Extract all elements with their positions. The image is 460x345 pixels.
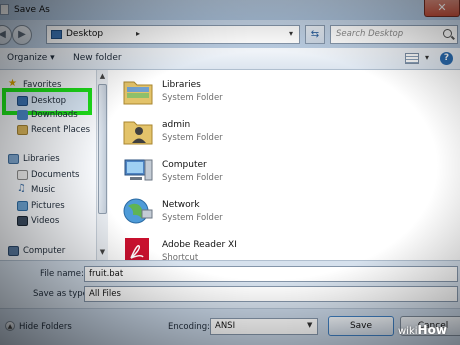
close-button[interactable]: ✕ — [424, 0, 460, 17]
hide-folders-button[interactable]: Hide Folders — [19, 322, 72, 332]
views-dropdown-icon[interactable]: ▾ — [425, 53, 429, 62]
file-name: Adobe Reader XI — [162, 240, 237, 250]
breadcrumb-separator-icon[interactable]: ▸ — [136, 29, 140, 38]
save-button[interactable]: Save — [328, 316, 394, 336]
wikihow-watermark: wikiHow — [398, 323, 447, 337]
computer-icon — [124, 159, 153, 181]
file-item-computer[interactable]: Computer System Folder — [108, 152, 460, 192]
libraries-icon — [8, 154, 19, 164]
file-name-label: File name: — [40, 269, 84, 279]
title-bar: Save As ✕ — [0, 0, 460, 20]
nav-item-libraries[interactable]: Libraries — [0, 152, 96, 167]
save-as-type-label: Save as type: — [33, 289, 91, 299]
nav-item-documents[interactable]: Documents — [0, 168, 96, 183]
scroll-up-icon[interactable]: ▲ — [97, 72, 108, 82]
save-form: File name: fruit.bat Save as type: All F… — [0, 260, 460, 308]
toolbar: Organize ▾ New folder ▾ ? — [0, 48, 460, 70]
address-dropdown-icon[interactable]: ▾ — [289, 29, 293, 38]
organize-button[interactable]: Organize ▾ — [7, 53, 55, 63]
nav-label: Documents — [31, 170, 80, 180]
computer-icon — [8, 246, 19, 256]
downloads-icon — [17, 110, 28, 120]
watermark-brand: How — [417, 323, 447, 337]
file-name: admin — [162, 120, 191, 130]
file-name: Network — [162, 200, 200, 210]
search-icon[interactable] — [443, 29, 452, 38]
refresh-icon: ⇆ — [310, 29, 320, 40]
back-arrow-icon: ◀ — [0, 29, 6, 40]
file-name: Computer — [162, 160, 207, 170]
forward-button[interactable]: ▶ — [12, 25, 32, 45]
recent-places-icon — [17, 125, 28, 135]
watermark-prefix: wiki — [398, 326, 418, 337]
adobe-reader-icon — [125, 238, 149, 260]
search-input[interactable]: Search Desktop — [330, 25, 458, 44]
close-icon: ✕ — [437, 1, 447, 14]
collapse-icon[interactable]: ▲ — [5, 321, 15, 331]
encoding-label: Encoding: — [168, 322, 211, 332]
navigation-pane: ★ Favorites Desktop Downloads Recent Pla… — [0, 70, 96, 260]
file-item-libraries[interactable]: Libraries System Folder — [108, 72, 460, 112]
file-name-value[interactable]: fruit.bat — [89, 269, 123, 279]
save-as-type-value[interactable]: All Files — [89, 289, 121, 299]
network-icon — [123, 198, 153, 224]
nav-item-videos[interactable]: Videos — [0, 214, 96, 229]
pictures-icon — [17, 201, 28, 211]
libraries-folder-icon — [123, 81, 153, 105]
save-as-type-select[interactable]: All Files — [84, 286, 458, 302]
nav-label: Music — [31, 185, 56, 195]
nav-label: Desktop — [31, 96, 67, 106]
save-as-dialog: Save As ✕ ◀ ▶ Desktop ▸ ▾ ⇆ Search Deskt… — [0, 0, 460, 345]
nav-item-recent-places[interactable]: Recent Places — [0, 123, 96, 138]
dialog-footer: ▲ Hide Folders Encoding: ANSI ▼ Save Can… — [0, 308, 460, 345]
nav-label: Pictures — [31, 201, 65, 211]
nav-label: Recent Places — [31, 125, 91, 135]
nav-label: Libraries — [23, 154, 60, 164]
file-item-adobe-reader[interactable]: Adobe Reader XI Shortcut — [108, 232, 460, 260]
nav-item-downloads[interactable]: Downloads — [0, 108, 96, 123]
nav-item-desktop[interactable]: Desktop — [0, 94, 96, 109]
address-row: ◀ ▶ Desktop ▸ ▾ ⇆ Search Desktop — [0, 20, 460, 48]
nav-item-pictures[interactable]: Pictures — [0, 199, 96, 214]
scroll-thumb[interactable] — [98, 84, 107, 214]
file-type: System Folder — [162, 213, 223, 223]
nav-item-music[interactable]: ♫ Music — [0, 183, 96, 198]
app-icon — [0, 4, 9, 15]
music-icon: ♫ — [17, 183, 26, 194]
desktop-icon — [51, 30, 62, 39]
scroll-down-icon[interactable]: ▼ — [97, 248, 108, 258]
views-icon[interactable] — [405, 53, 419, 64]
chevron-down-icon[interactable]: ▼ — [307, 321, 312, 329]
user-folder-icon — [123, 121, 153, 145]
refresh-button[interactable]: ⇆ — [305, 25, 325, 44]
file-name-input[interactable]: fruit.bat — [84, 266, 458, 282]
videos-icon — [17, 216, 28, 226]
nav-scrollbar[interactable]: ▲ ▼ — [96, 70, 108, 260]
file-name: Libraries — [162, 80, 201, 90]
search-placeholder[interactable]: Search Desktop — [336, 29, 403, 39]
new-folder-button[interactable]: New folder — [73, 53, 122, 63]
help-button[interactable]: ? — [440, 52, 453, 65]
address-bar[interactable]: Desktop ▸ ▾ — [46, 25, 300, 44]
encoding-select[interactable]: ANSI ▼ — [210, 318, 318, 335]
forward-arrow-icon: ▶ — [18, 29, 26, 40]
nav-label: Downloads — [31, 110, 78, 120]
documents-icon — [17, 170, 28, 180]
file-type: Shortcut — [162, 253, 199, 260]
nav-label: Videos — [31, 216, 60, 226]
file-list: Libraries System Folder admin System Fol… — [108, 70, 460, 260]
nav-label: Computer — [23, 246, 66, 256]
window-title: Save As — [14, 5, 50, 15]
file-type: System Folder — [162, 133, 223, 143]
address-location[interactable]: Desktop — [66, 29, 103, 39]
file-item-network[interactable]: Network System Folder — [108, 192, 460, 232]
back-button[interactable]: ◀ — [0, 25, 12, 45]
nav-item-computer[interactable]: Computer — [0, 244, 96, 259]
file-type: System Folder — [162, 93, 223, 103]
star-icon: ★ — [8, 78, 17, 89]
encoding-value[interactable]: ANSI — [215, 321, 235, 331]
desktop-icon — [17, 96, 28, 106]
file-type: System Folder — [162, 173, 223, 183]
file-item-admin[interactable]: admin System Folder — [108, 112, 460, 152]
